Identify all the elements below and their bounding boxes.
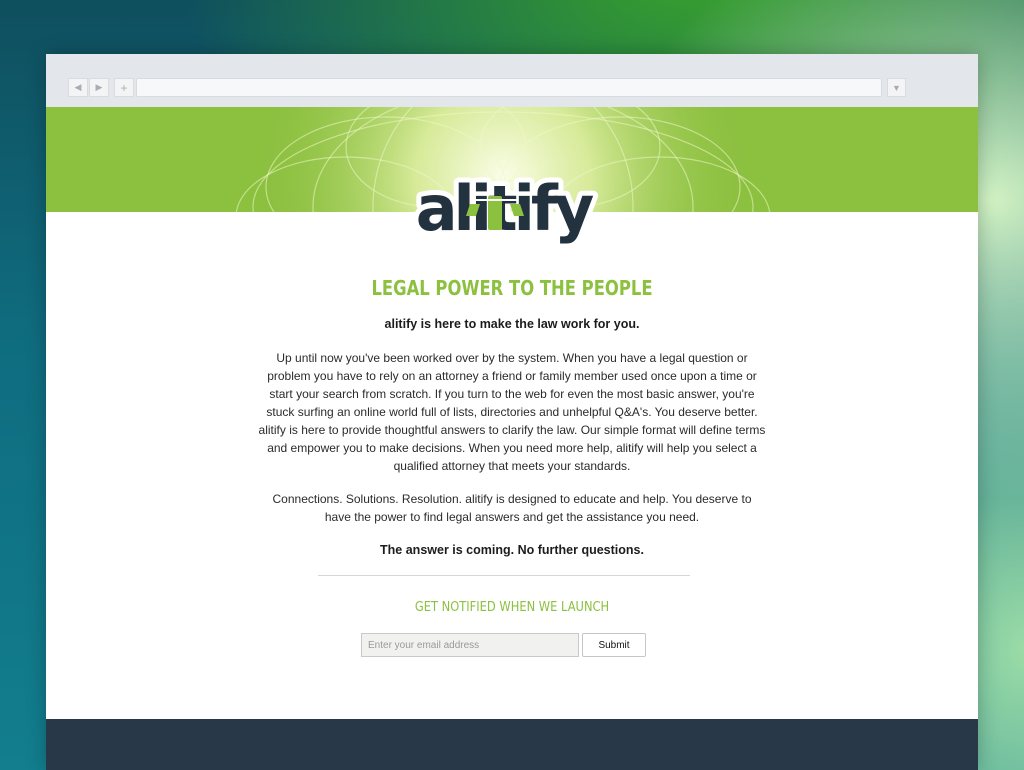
nav-buttons: ◀ ▶ + [68,78,135,97]
closing-line: The answer is coming. No further questio… [380,543,644,557]
signup-heading: GET NOTIFIED WHEN WE LAUNCH [414,599,610,615]
svg-text:alitify: alitify [416,172,594,245]
plus-icon[interactable]: + [114,78,134,97]
browser-toolbar: ◀ ▶ + ▼ [46,54,978,108]
email-field[interactable] [361,633,579,657]
browser-window: ◀ ▶ + ▼ alitify alitify LEGAL POWER TO T… [46,54,978,770]
tagline: alitify is here to make the law work for… [384,317,640,331]
page-title: LEGAL POWER TO THE PEOPLE [371,276,653,300]
footer [46,719,978,770]
mission-paragraph: Connections. Solutions. Resolution. alit… [272,492,752,524]
back-arrow-icon[interactable]: ◀ [68,78,88,97]
alitify-logo: alitify alitify [411,167,603,250]
submit-button[interactable]: Submit [582,633,646,657]
chevron-down-icon[interactable]: ▼ [887,78,906,97]
intro-paragraph: Up until now you've been worked over by … [258,351,766,473]
address-bar[interactable] [136,78,882,97]
forward-arrow-icon[interactable]: ▶ [89,78,109,97]
divider [318,575,690,576]
